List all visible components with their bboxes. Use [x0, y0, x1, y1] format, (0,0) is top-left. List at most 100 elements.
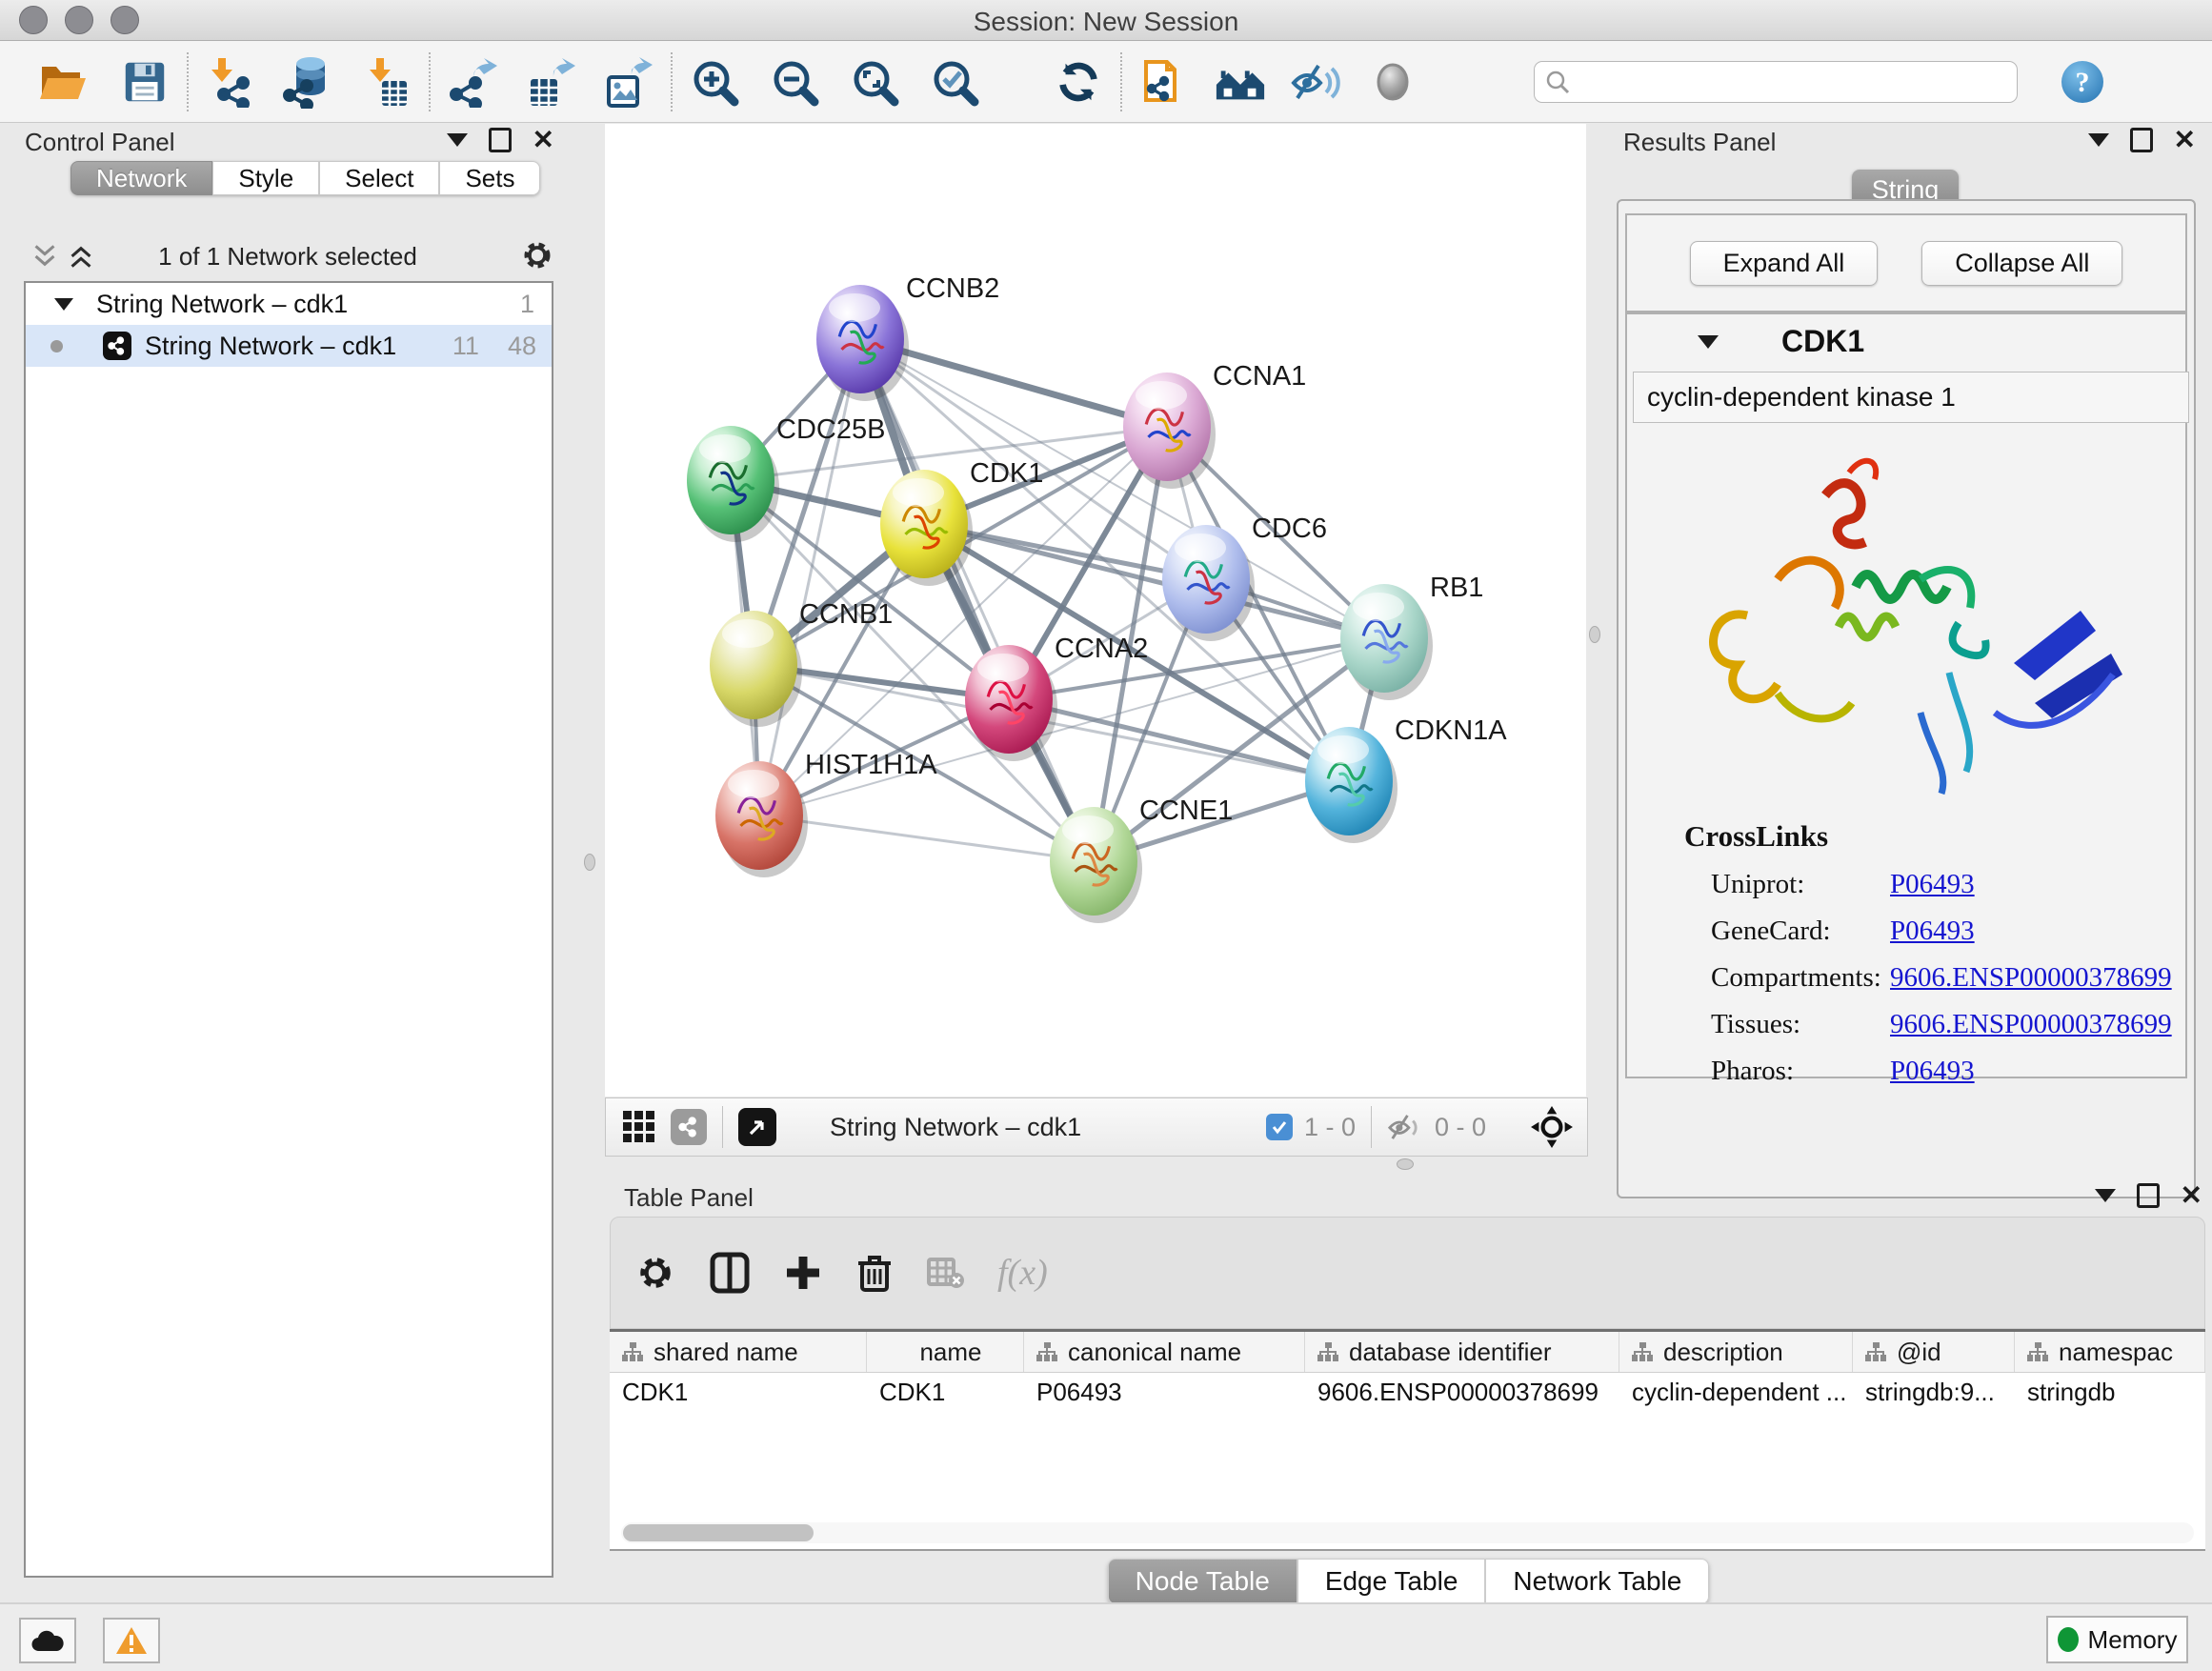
- export-image-button[interactable]: [602, 54, 655, 110]
- panel-float-icon[interactable]: [2130, 128, 2153, 152]
- panel-menu-icon[interactable]: [447, 133, 468, 147]
- hide-glass-pane-button[interactable]: [1290, 54, 1343, 110]
- panel-float-icon[interactable]: [2137, 1183, 2160, 1208]
- collapse-protein-icon[interactable]: [1698, 335, 1719, 349]
- tab-style[interactable]: Style: [212, 161, 319, 195]
- column-header-name[interactable]: name: [867, 1332, 1024, 1372]
- panel-close-icon[interactable]: ✕: [2174, 129, 2196, 151]
- panel-close-icon[interactable]: ✕: [2181, 1184, 2202, 1207]
- column-header-database-identifier[interactable]: database identifier: [1305, 1332, 1619, 1372]
- panel-menu-icon[interactable]: [2088, 133, 2109, 147]
- toolbar-search[interactable]: [1534, 61, 2018, 103]
- gear-icon[interactable]: [520, 238, 554, 272]
- zoom-selected-button[interactable]: [928, 54, 981, 110]
- table-horizontal-scrollbar[interactable]: [621, 1522, 2194, 1543]
- zoom-out-button[interactable]: [768, 54, 821, 110]
- search-input[interactable]: [1571, 66, 2007, 97]
- eye-slash-icon: [1290, 56, 1343, 108]
- network-canvas[interactable]: CCNB2CCNA1CDC25BCDK1CDC6RB1CCNB1CCNA2CDK…: [605, 124, 1586, 1097]
- tab-sets[interactable]: Sets: [439, 161, 540, 195]
- crosslink-label: Tissues:: [1711, 1009, 1890, 1040]
- export-table-button[interactable]: [524, 54, 577, 110]
- memory-button[interactable]: Memory: [2046, 1616, 2188, 1663]
- table-options-gear-icon[interactable]: [635, 1253, 675, 1293]
- crosslink-link[interactable]: 9606.ENSP00000378699: [1890, 962, 2172, 994]
- network-node-CCNB1[interactable]: [710, 611, 802, 727]
- table-cell[interactable]: stringdb: [2015, 1373, 2205, 1411]
- column-header-description[interactable]: description: [1619, 1332, 1853, 1372]
- home-button[interactable]: [1214, 54, 1267, 110]
- table-cell[interactable]: cyclin-dependent ...: [1619, 1373, 1853, 1411]
- search-icon: [1544, 69, 1571, 95]
- network-row[interactable]: String Network – cdk1 11 48: [26, 325, 552, 367]
- column-header-canonical-name[interactable]: canonical name: [1024, 1332, 1305, 1372]
- table-panel: Table Panel ✕: [605, 1181, 2212, 1602]
- tab-network-table[interactable]: Network Table: [1485, 1559, 1709, 1604]
- string-import-button[interactable]: [1137, 54, 1191, 110]
- network-node-HIST1H1A[interactable]: [715, 761, 808, 877]
- import-network-from-database-button[interactable]: [282, 54, 335, 110]
- table-cell[interactable]: 9606.ENSP00000378699: [1305, 1373, 1619, 1411]
- tab-network[interactable]: Network: [70, 161, 212, 195]
- tab-node-table[interactable]: Node Table: [1108, 1559, 1297, 1604]
- open-session-button[interactable]: [36, 54, 90, 110]
- network-node-CCNA1[interactable]: [1123, 372, 1216, 489]
- cloud-status-button[interactable]: [19, 1618, 76, 1663]
- node-label-CDKN1A: CDKN1A: [1395, 715, 1507, 746]
- crosslink-label: Compartments:: [1711, 962, 1890, 994]
- crosslink-link[interactable]: P06493: [1890, 1056, 1975, 1087]
- network-collection-row[interactable]: String Network – cdk1 1: [26, 283, 552, 325]
- panel-float-icon[interactable]: [489, 128, 512, 152]
- import-table-button[interactable]: [360, 54, 413, 110]
- table-cell[interactable]: CDK1: [610, 1373, 867, 1411]
- create-column-plus-icon[interactable]: [784, 1254, 822, 1292]
- table-cell[interactable]: P06493: [1024, 1373, 1305, 1411]
- left-splitter-grip[interactable]: [584, 854, 595, 871]
- table-panel-title: Table Panel: [624, 1183, 754, 1213]
- zoom-in-button[interactable]: [688, 54, 741, 110]
- network-node-RB1[interactable]: [1340, 584, 1433, 700]
- crosslink-link[interactable]: P06493: [1890, 916, 1975, 947]
- apply-layout-button[interactable]: [1052, 54, 1105, 110]
- show-columns-icon[interactable]: [708, 1251, 752, 1295]
- network-node-CCNA2[interactable]: [965, 645, 1057, 761]
- column-header-@id[interactable]: @id: [1853, 1332, 2015, 1372]
- column-header-shared-name[interactable]: shared name: [610, 1332, 867, 1372]
- network-node-CCNB2[interactable]: [816, 285, 909, 401]
- table-cell[interactable]: CDK1: [867, 1373, 1024, 1411]
- fit-selected-crosshair-icon[interactable]: [1530, 1105, 1574, 1149]
- network-node-CCNE1[interactable]: [1050, 807, 1142, 923]
- selected-checkbox-icon[interactable]: [1266, 1114, 1293, 1140]
- crosslink-link[interactable]: P06493: [1890, 869, 1975, 900]
- zoom-fit-button[interactable]: [848, 54, 901, 110]
- save-session-button[interactable]: [118, 54, 171, 110]
- table-cell[interactable]: stringdb:9...: [1853, 1373, 2015, 1411]
- warnings-button[interactable]: [103, 1618, 160, 1663]
- export-network-button[interactable]: [446, 54, 499, 110]
- help-button[interactable]: ?: [2056, 54, 2109, 110]
- right-splitter-grip[interactable]: [1589, 626, 1600, 643]
- toolbar-separator: [1120, 52, 1122, 111]
- protein-header[interactable]: CDK1: [1627, 314, 2185, 368]
- grid-view-icon[interactable]: [621, 1109, 657, 1145]
- scrollbar-thumb[interactable]: [623, 1524, 814, 1541]
- panel-menu-icon[interactable]: [2095, 1189, 2116, 1202]
- birds-eye-view-icon[interactable]: [738, 1108, 776, 1146]
- network-node-CDKN1A[interactable]: [1305, 727, 1398, 843]
- tab-edge-table[interactable]: Edge Table: [1297, 1559, 1486, 1604]
- expand-all-button[interactable]: Expand All: [1690, 241, 1879, 286]
- network-node-CDK1[interactable]: [880, 470, 973, 586]
- delete-column-trash-icon[interactable]: [855, 1252, 895, 1294]
- string-document-icon: [1138, 56, 1190, 108]
- network-share-view-icon[interactable]: [671, 1109, 707, 1145]
- column-header-namespac[interactable]: namespac: [2015, 1332, 2205, 1372]
- tree-expander-icon[interactable]: [54, 298, 73, 311]
- crosslink-link[interactable]: 9606.ENSP00000378699: [1890, 1009, 2172, 1040]
- collapse-all-button[interactable]: Collapse All: [1921, 241, 2122, 286]
- bottom-splitter-grip[interactable]: [1397, 1158, 1414, 1170]
- table-row[interactable]: CDK1CDK1P064939606.ENSP00000378699cyclin…: [610, 1373, 2205, 1411]
- import-network-button[interactable]: [204, 54, 257, 110]
- tab-select[interactable]: Select: [319, 161, 439, 195]
- show-glass-pane-button[interactable]: [1366, 54, 1419, 110]
- panel-close-icon[interactable]: ✕: [533, 129, 554, 151]
